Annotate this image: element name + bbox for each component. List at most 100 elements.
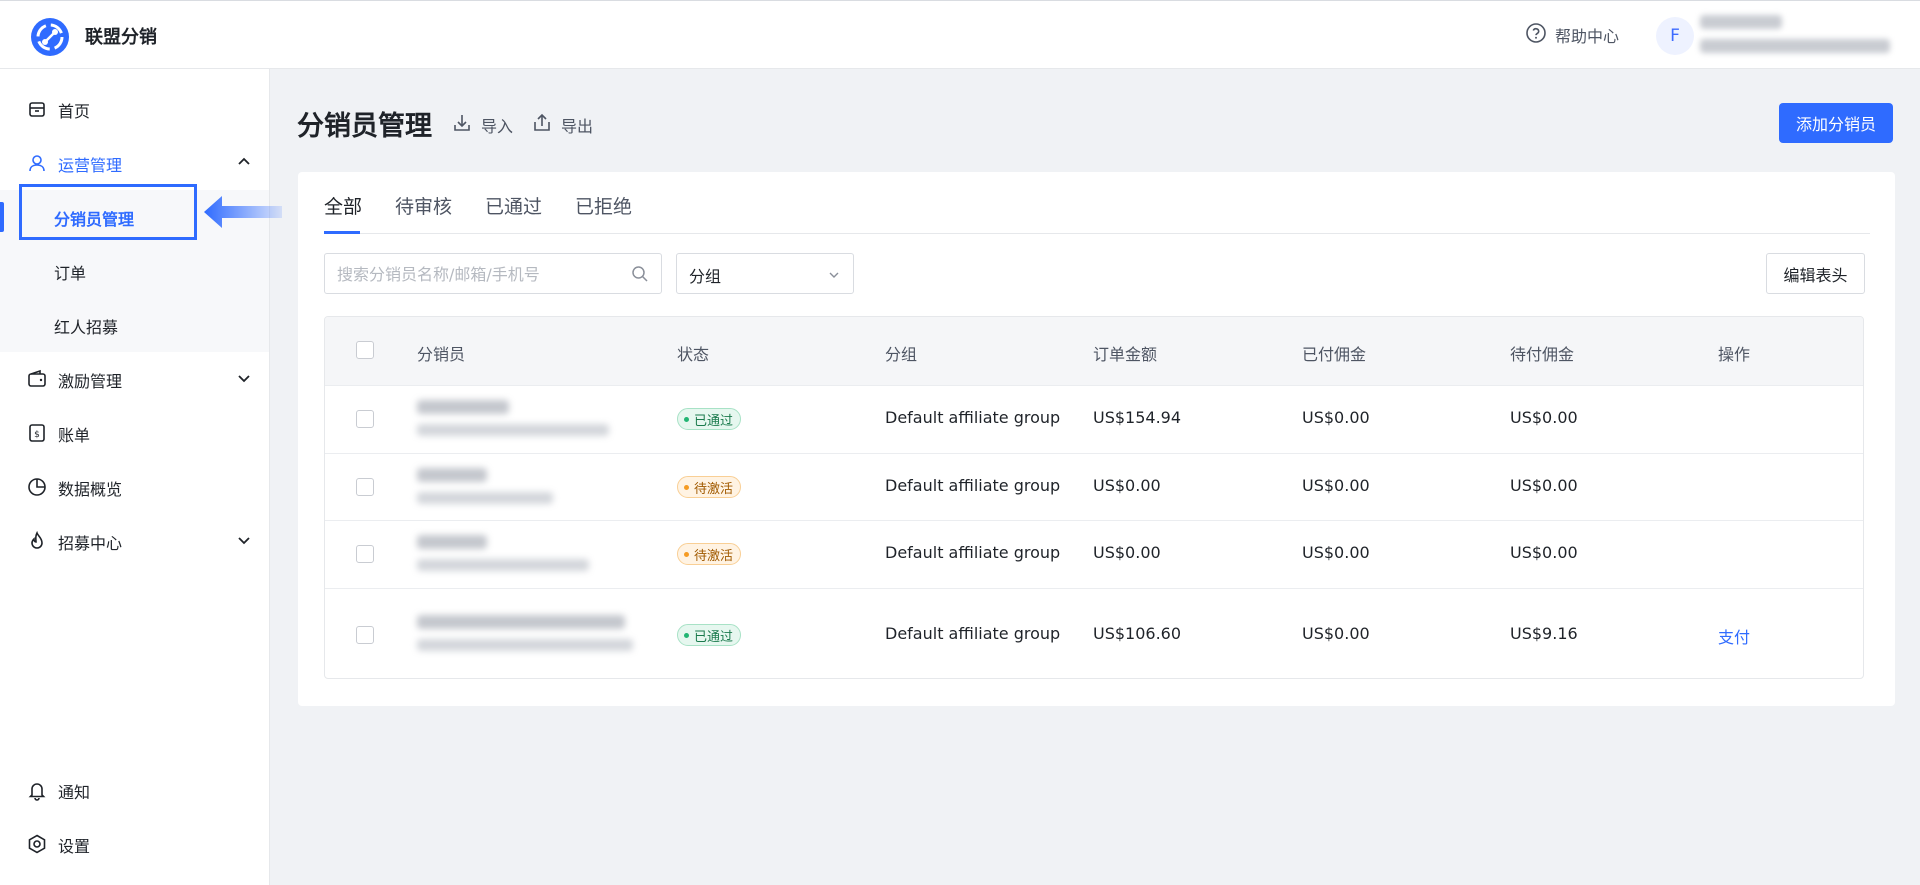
flame-icon	[26, 530, 48, 552]
table-row[interactable]: 已通过 Default affiliate group US$106.60 US…	[325, 588, 1863, 678]
export-button[interactable]: 导出	[531, 112, 593, 138]
tab-rejected[interactable]: 已拒绝	[575, 192, 632, 219]
affiliate-table: 分销员 状态 分组 订单金额 已付佣金 待付佣金 操作 已通过 Default …	[324, 316, 1864, 679]
sidebar-item-label: 账单	[58, 426, 91, 445]
affiliate-email-redacted	[417, 424, 609, 436]
table-row[interactable]: 待激活 Default affiliate group US$0.00 US$0…	[325, 453, 1863, 520]
sidebar-item-notifications[interactable]: 通知	[0, 763, 269, 817]
row-checkbox[interactable]	[356, 478, 374, 496]
active-indicator	[0, 202, 4, 232]
column-header-affiliate: 分销员	[417, 345, 466, 364]
gear-icon	[26, 833, 48, 855]
sidebar-item-recruit-center[interactable]: 招募中心	[0, 514, 269, 568]
sidebar-item-label: 订单	[54, 264, 87, 283]
top-bar: 联盟分销 帮助中心 F	[0, 0, 1920, 69]
affiliate-email-redacted	[417, 492, 553, 504]
store-icon	[26, 98, 48, 120]
bill-icon: $	[26, 422, 48, 444]
tab-all[interactable]: 全部	[324, 192, 362, 219]
help-center-link[interactable]: 帮助中心	[1525, 22, 1619, 48]
group-cell: Default affiliate group	[885, 624, 1061, 643]
group-cell: Default affiliate group	[885, 543, 1061, 562]
sidebar-item-influencer-recruit[interactable]: 红人招募	[0, 298, 269, 352]
app-title: 联盟分销	[85, 27, 157, 48]
import-label: 导入	[481, 117, 514, 136]
order-amount-cell: US$0.00	[1093, 476, 1161, 495]
order-amount-cell: US$106.60	[1093, 624, 1182, 643]
sidebar-item-label: 通知	[58, 783, 91, 802]
affiliate-name-redacted	[417, 468, 487, 482]
tab-pending-review[interactable]: 待审核	[395, 192, 452, 219]
sidebar-item-home[interactable]: 首页	[0, 82, 269, 136]
page-title: 分销员管理	[297, 111, 432, 142]
sidebar-item-label: 运营管理	[58, 156, 123, 175]
affiliate-name-redacted	[417, 615, 625, 629]
pending-commission-cell: US$0.00	[1510, 543, 1578, 562]
status-badge: 待激活	[677, 543, 742, 565]
sidebar-item-settings[interactable]: 设置	[0, 817, 269, 871]
svg-text:$: $	[34, 430, 40, 440]
search-icon[interactable]	[630, 264, 650, 284]
column-header-paid-commission: 已付佣金	[1302, 345, 1367, 364]
row-checkbox[interactable]	[356, 626, 374, 644]
avatar[interactable]: F	[1656, 17, 1694, 55]
sidebar-item-data-overview[interactable]: 数据概览	[0, 460, 269, 514]
pay-link[interactable]: 支付	[1718, 624, 1750, 648]
paid-commission-cell: US$0.00	[1302, 543, 1370, 562]
status-badge: 待激活	[677, 476, 742, 498]
sidebar-item-label: 招募中心	[58, 534, 123, 553]
column-header-pending-commission: 待付佣金	[1510, 345, 1575, 364]
app-logo-icon[interactable]	[31, 18, 69, 56]
sidebar-item-orders[interactable]: 订单	[0, 244, 269, 298]
group-select-value: 分组	[689, 267, 722, 286]
sidebar-item-incentives[interactable]: 激励管理	[0, 352, 269, 406]
edit-columns-button[interactable]: 编辑表头	[1766, 253, 1865, 294]
status-badge: 已通过	[677, 408, 742, 430]
sidebar-item-label: 数据概览	[58, 480, 123, 499]
group-select[interactable]: 分组	[676, 253, 854, 294]
arrow-left-icon	[202, 192, 282, 232]
user-info[interactable]	[1700, 15, 1890, 53]
table-row[interactable]: 待激活 Default affiliate group US$0.00 US$0…	[325, 520, 1863, 588]
pending-commission-cell: US$9.16	[1510, 624, 1578, 643]
status-tabs: 全部 待审核 已通过 已拒绝	[324, 172, 1870, 234]
upload-icon	[531, 112, 553, 138]
group-cell: Default affiliate group	[885, 476, 1061, 495]
sidebar-item-bills[interactable]: $ 账单	[0, 406, 269, 460]
tab-approved[interactable]: 已通过	[485, 192, 542, 219]
sidebar-item-operations[interactable]: 运营管理	[0, 136, 269, 190]
search-input[interactable]	[337, 263, 627, 285]
sidebar-item-label: 首页	[58, 102, 91, 121]
paid-commission-cell: US$0.00	[1302, 408, 1370, 427]
affiliate-email-redacted	[417, 639, 633, 651]
sidebar-item-label: 设置	[58, 837, 91, 856]
pending-commission-cell: US$0.00	[1510, 408, 1578, 427]
user-email-redacted	[1700, 39, 1890, 53]
user-name-redacted	[1700, 15, 1782, 29]
row-checkbox[interactable]	[356, 545, 374, 563]
status-badge: 已通过	[677, 624, 742, 646]
download-icon	[451, 112, 473, 138]
import-button[interactable]: 导入	[451, 112, 513, 138]
table-header: 分销员 状态 分组 订单金额 已付佣金 待付佣金 操作	[325, 317, 1863, 385]
chevron-down-icon	[236, 370, 252, 386]
chevron-up-icon	[236, 154, 252, 170]
affiliate-name-redacted	[417, 535, 487, 549]
help-icon	[1525, 22, 1547, 48]
export-label: 导出	[561, 117, 594, 136]
select-all-checkbox[interactable]	[356, 341, 374, 359]
sidebar-item-label: 分销员管理	[54, 210, 135, 229]
column-header-group: 分组	[885, 345, 918, 364]
wallet-icon	[26, 368, 48, 390]
pending-commission-cell: US$0.00	[1510, 476, 1578, 495]
paid-commission-cell: US$0.00	[1302, 624, 1370, 643]
table-row[interactable]: 已通过 Default affiliate group US$154.94 US…	[325, 385, 1863, 453]
active-tab-indicator	[324, 231, 360, 234]
affiliate-email-redacted	[417, 559, 589, 571]
pie-chart-icon	[26, 476, 48, 498]
search-box	[324, 253, 662, 294]
help-center-label: 帮助中心	[1555, 27, 1620, 46]
row-checkbox[interactable]	[356, 410, 374, 428]
paid-commission-cell: US$0.00	[1302, 476, 1370, 495]
add-affiliate-button[interactable]: 添加分销员	[1779, 103, 1893, 143]
